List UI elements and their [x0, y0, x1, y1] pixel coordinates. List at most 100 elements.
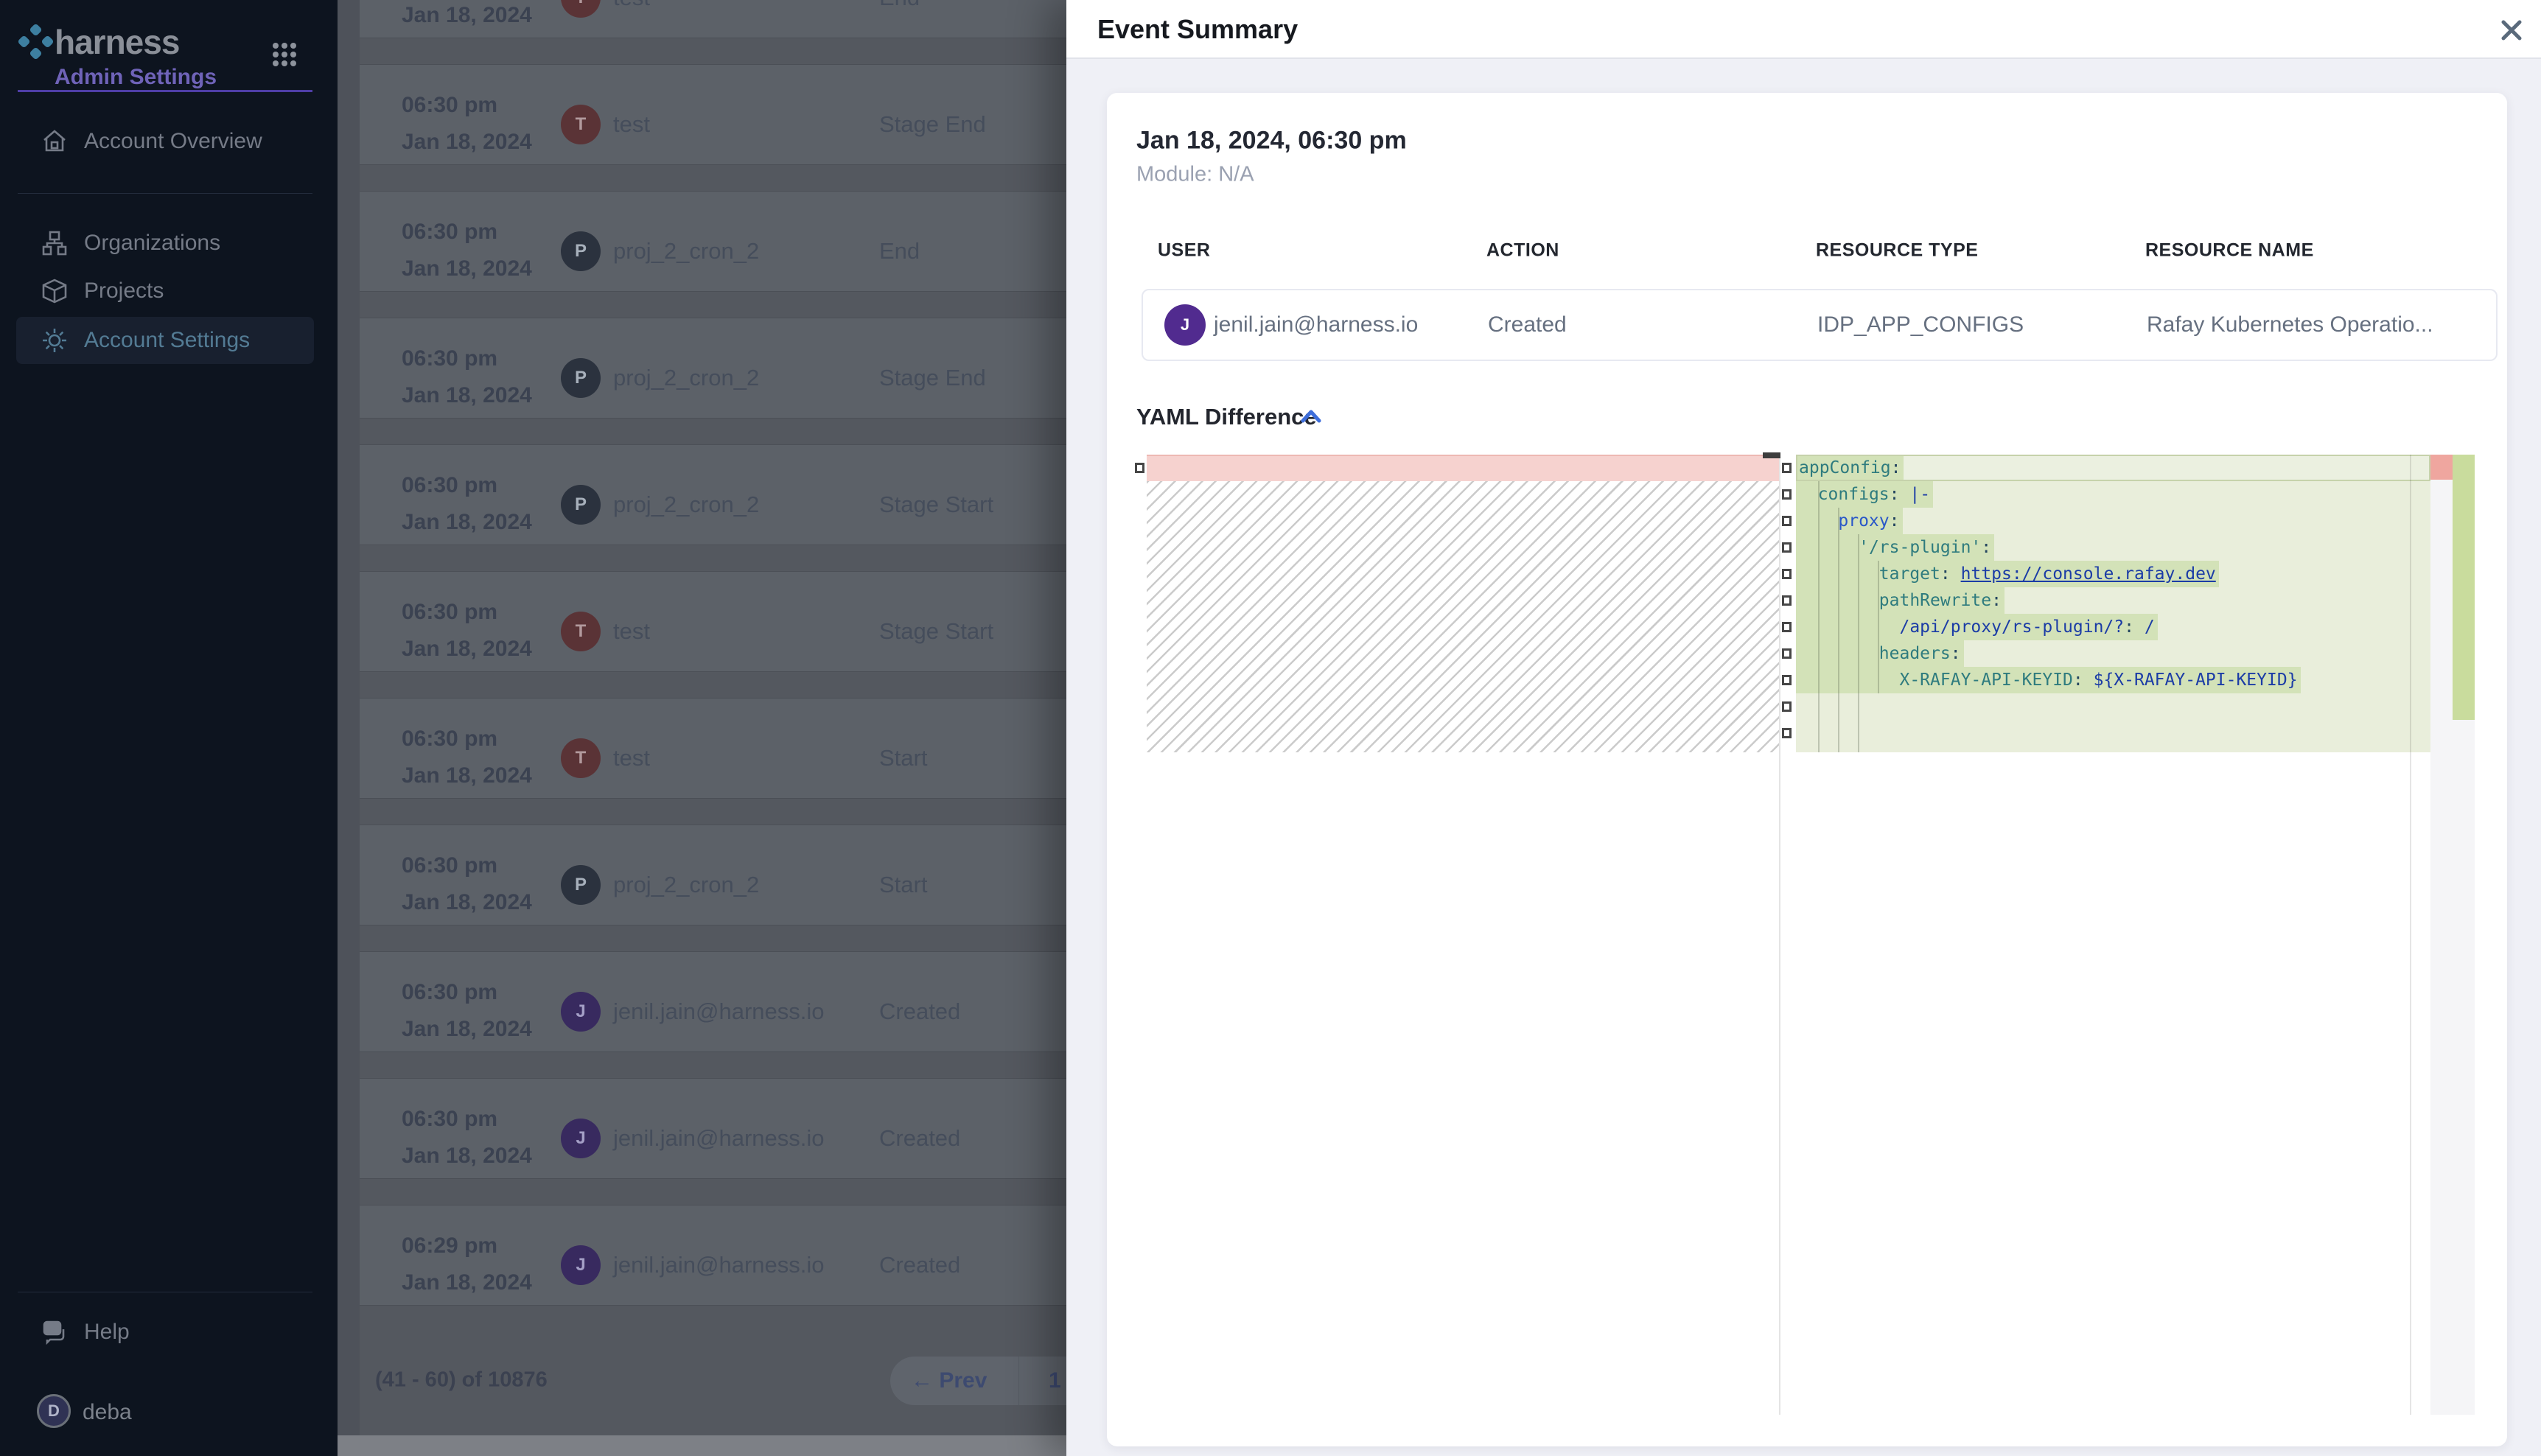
event-name: proj_2_cron_2: [613, 872, 759, 898]
event-date: Jan 18, 2024: [402, 3, 532, 28]
audit-trail-table: Jan 18, 2024TtestEnd06:30 pmJan 18, 2024…: [338, 0, 1066, 1456]
diff-gutter-marker[interactable]: [1782, 701, 1792, 712]
table-row[interactable]: 06:30 pmJan 18, 2024Jjenil.jain@harness.…: [360, 951, 1066, 1052]
sidebar-item-label: Organizations: [84, 231, 220, 256]
event-action: Stage Start: [879, 491, 993, 518]
table-row[interactable]: 06:30 pmJan 18, 2024Pproj_2_cron_2Stage …: [360, 444, 1066, 545]
sidebar-item-account-settings[interactable]: Account Settings: [16, 317, 314, 364]
diff-modified-pane: appConfig: configs: |- proxy: '/rs-plugi…: [1796, 455, 2430, 1415]
avatar: J: [561, 1245, 601, 1285]
diff-gutter-marker[interactable]: [1782, 569, 1792, 579]
event-time: 06:29 pm: [402, 1233, 497, 1259]
diff-original-pane: [1147, 455, 1780, 1415]
sidebar-item-label: Projects: [84, 279, 164, 304]
overview-ruler-added[interactable]: [2453, 455, 2475, 1415]
table-row[interactable]: 06:30 pmJan 18, 2024Pproj_2_cron_2Start: [360, 825, 1066, 925]
avatar: J: [561, 992, 601, 1032]
diff-code-line: proxy:: [1796, 508, 2430, 534]
diff-sash-handle[interactable]: [1763, 452, 1780, 458]
diff-gutter-marker[interactable]: [1782, 463, 1792, 473]
diff-gutter-marker[interactable]: [1782, 675, 1792, 685]
close-icon[interactable]: [2498, 16, 2526, 44]
column-header-action: ACTION: [1486, 240, 1559, 262]
svg-text:?: ?: [49, 1323, 55, 1334]
event-action: Stage Start: [879, 618, 993, 645]
avatar: T: [561, 105, 601, 144]
help-label: Help: [84, 1320, 130, 1345]
pagination-bar: ← Prev 1: [890, 1357, 1066, 1405]
sidebar-item-label: Account Overview: [84, 129, 262, 154]
app-grid-icon[interactable]: [270, 40, 299, 69]
diff-code-line: pathRewrite:: [1796, 587, 2430, 614]
event-name: jenil.jain@harness.io: [613, 1125, 825, 1152]
table-left-gutter: [338, 0, 360, 1456]
screen: { "sidebar": { "brand": "harness", "subt…: [0, 0, 2541, 1456]
event-summary-card: Jan 18, 2024, 06:30 pm Module: N/A USER …: [1107, 93, 2507, 1446]
diff-gutter-marker[interactable]: [1782, 516, 1792, 526]
chevron-up-icon[interactable]: [1300, 408, 1322, 426]
cube-icon: [41, 278, 68, 304]
event-user: jenil.jain@harness.io: [1214, 312, 1418, 337]
event-module: Module: N/A: [1136, 163, 1254, 187]
diff-gutter-marker[interactable]: [1782, 542, 1792, 553]
event-date: Jan 18, 2024: [402, 383, 532, 408]
user-name: deba: [83, 1400, 132, 1425]
table-row[interactable]: 06:30 pmJan 18, 2024Pproj_2_cron_2Stage …: [360, 318, 1066, 419]
diff-code-line: appConfig:: [1796, 455, 2430, 481]
table-row[interactable]: 06:30 pmJan 18, 2024TtestStage Start: [360, 571, 1066, 672]
event-datetime: Jan 18, 2024, 06:30 pm: [1136, 127, 1407, 155]
brand-name: harness: [55, 22, 179, 62]
diff-code-line: /api/proxy/rs-plugin/?: /: [1796, 614, 2430, 640]
event-action: Start: [879, 872, 927, 898]
pagination-separator: [1018, 1357, 1019, 1405]
event-resource-type: IDP_APP_CONFIGS: [1817, 312, 2024, 337]
diff-code-line: configs: |-: [1796, 481, 2430, 508]
column-header-resource-type: RESOURCE TYPE: [1816, 240, 1978, 262]
sidebar-item-organizations[interactable]: Organizations: [16, 220, 314, 267]
event-action: End: [879, 0, 920, 11]
event-action: Created: [879, 998, 960, 1025]
column-header-user: USER: [1158, 240, 1210, 262]
table-row[interactable]: 06:30 pmJan 18, 2024TtestStart: [360, 698, 1066, 799]
diff-gutter-marker[interactable]: [1782, 622, 1792, 632]
yaml-diff-editor[interactable]: appConfig: configs: |- proxy: '/rs-plugi…: [1135, 452, 2475, 1415]
table-row[interactable]: Jan 18, 2024TtestEnd: [360, 0, 1066, 38]
diff-gutter-marker[interactable]: [1782, 489, 1792, 500]
event-action: Created: [1488, 312, 1567, 337]
event-date: Jan 18, 2024: [402, 256, 532, 281]
sidebar: harness Admin Settings Account Overview …: [0, 0, 338, 1456]
sidebar-item-account-overview[interactable]: Account Overview: [16, 118, 314, 165]
modal-header: Event Summary: [1066, 0, 2541, 59]
diff-code-line: target: https://console.rafay.dev: [1796, 561, 2430, 587]
modal-title: Event Summary: [1097, 14, 1298, 45]
indent-guide: [1838, 508, 1839, 752]
overview-ruler-removed[interactable]: [2430, 455, 2453, 1415]
event-date: Jan 18, 2024: [402, 1017, 532, 1042]
help-button[interactable]: ? Help: [16, 1309, 314, 1356]
diff-gutter-marker[interactable]: [1782, 648, 1792, 659]
table-row[interactable]: 06:30 pmJan 18, 2024TtestStage End: [360, 64, 1066, 165]
event-date: Jan 18, 2024: [402, 763, 532, 788]
diff-gutter-marker[interactable]: [1782, 728, 1792, 738]
event-time: 06:30 pm: [402, 93, 497, 118]
event-name: test: [613, 745, 650, 771]
prev-page-button[interactable]: ← Prev: [911, 1368, 987, 1393]
avatar: J: [1164, 304, 1206, 346]
sidebar-divider: [18, 193, 312, 194]
sidebar-item-projects[interactable]: Projects: [16, 267, 314, 315]
table-row[interactable]: 06:30 pmJan 18, 2024Pproj_2_cron_2End: [360, 191, 1066, 292]
diff-code-line: '/rs-plugin':: [1796, 534, 2430, 561]
event-action: Created: [879, 1125, 960, 1152]
diff-gutter-marker[interactable]: [1782, 595, 1792, 606]
table-row[interactable]: 06:29 pmJan 18, 2024Jjenil.jain@harness.…: [360, 1205, 1066, 1306]
column-ruler: [2410, 455, 2411, 1415]
diff-gutter-marker[interactable]: [1135, 463, 1144, 473]
table-row[interactable]: 06:30 pmJan 18, 2024Jjenil.jain@harness.…: [360, 1078, 1066, 1179]
subtitle-underline: [18, 90, 312, 92]
help-chat-icon: ?: [41, 1319, 68, 1345]
user-avatar[interactable]: D: [37, 1394, 71, 1428]
event-action: Stage End: [879, 365, 986, 391]
page-number-1[interactable]: 1: [1049, 1368, 1061, 1393]
event-name: proj_2_cron_2: [613, 491, 759, 518]
yaml-difference-toggle[interactable]: YAML Difference: [1136, 404, 1317, 430]
